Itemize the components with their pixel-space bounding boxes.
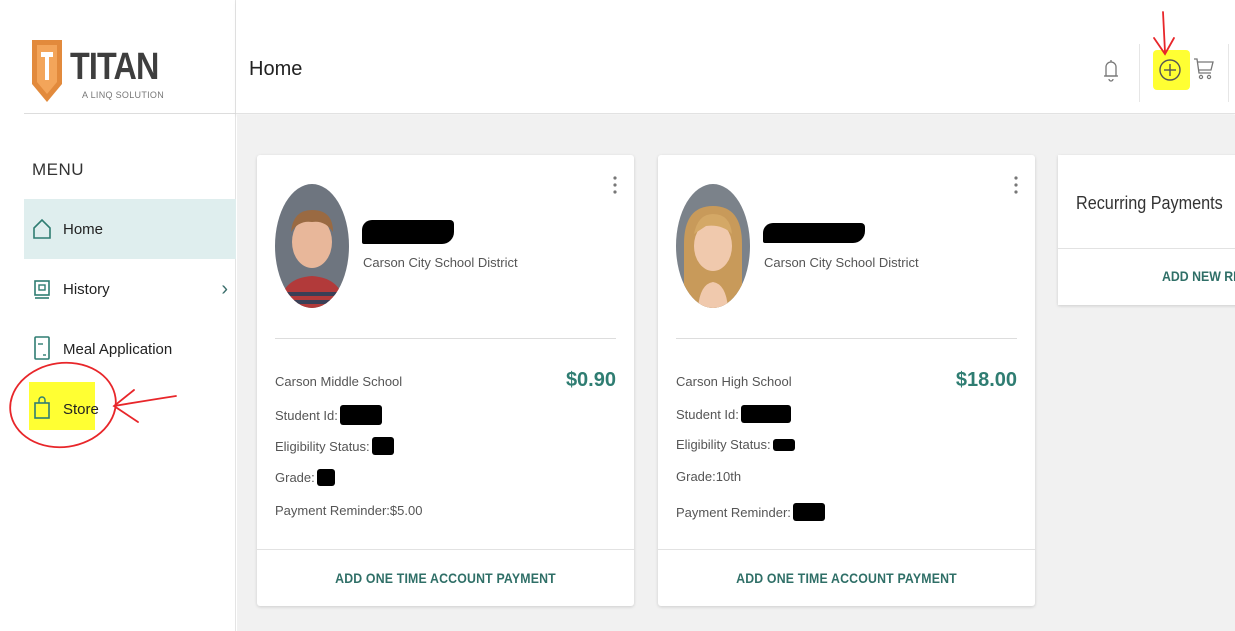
redacted-value: [740, 405, 791, 423]
history-icon: [34, 280, 50, 299]
sidebar-item-home[interactable]: Home: [24, 199, 236, 259]
titan-shield-icon: [32, 40, 62, 102]
student-photo: [275, 184, 349, 308]
menu-label: MENU: [32, 160, 85, 179]
payment-reminder-row: Payment Reminder: $5.00: [275, 503, 422, 518]
redacted-student-name: [763, 223, 865, 243]
redacted-value: [371, 437, 394, 455]
sidebar-item-label: Meal Application: [63, 340, 173, 358]
student-id-label: Student Id:: [275, 407, 338, 423]
bell-icon[interactable]: [1102, 56, 1120, 84]
redacted-value: [792, 503, 825, 521]
add-one-time-payment-button[interactable]: ADD ONE TIME ACCOUNT PAYMENT: [681, 549, 1013, 606]
card-divider: [1058, 248, 1235, 249]
page-title: Home: [249, 58, 303, 80]
eligibility-label: Eligibility Status:: [275, 438, 370, 454]
redacted-value: [316, 469, 335, 486]
student-id-row: Student Id:: [275, 405, 382, 425]
document-icon: [34, 336, 50, 360]
recurring-payments-title: Recurring Payments: [1076, 193, 1223, 213]
grade-label: Grade:: [676, 469, 716, 484]
brand-tagline: A LINQ SOLUTION: [82, 90, 165, 100]
redacted-value: [772, 438, 795, 451]
payment-reminder-label: Payment Reminder:: [275, 503, 390, 518]
school-district: Carson City School District: [363, 255, 518, 270]
redacted-student-name: [362, 220, 454, 244]
eligibility-label: Eligibility Status:: [676, 437, 771, 452]
sidebar-item-label: Store: [63, 400, 99, 418]
student-id-label: Student Id:: [676, 406, 739, 422]
grade-row: Grade: 10th: [676, 469, 741, 484]
sidebar: TITAN A LINQ SOLUTION MENU Home History …: [0, 0, 236, 631]
titan-logo[interactable]: TITAN A LINQ SOLUTION: [24, 14, 236, 114]
student-card: Carson City School District Carson High …: [658, 155, 1035, 606]
sidebar-item-history[interactable]: History ›: [24, 259, 236, 319]
payment-reminder-value: $5.00: [389, 503, 423, 518]
student-photo: [676, 184, 750, 308]
chevron-right-icon[interactable]: ›: [221, 278, 228, 301]
add-new-recurring-button[interactable]: ADD NEW REC: [1162, 268, 1235, 284]
plus-circle-icon[interactable]: [1158, 58, 1182, 82]
sidebar-item-meal-application[interactable]: Meal Application: [24, 319, 236, 379]
student-card: Carson City School District Carson Middl…: [257, 155, 634, 606]
shopping-bag-icon: [34, 396, 50, 419]
sidebar-item-store[interactable]: Store: [24, 379, 236, 439]
payment-reminder-label: Payment Reminder:: [676, 504, 791, 520]
recurring-payments-card: Recurring Payments ADD NEW REC: [1058, 155, 1235, 305]
more-options-icon[interactable]: [612, 175, 618, 195]
brand-name: TITAN: [70, 46, 159, 88]
account-balance: $0.90: [565, 369, 616, 391]
school-name: Carson Middle School: [275, 374, 403, 389]
grade-row: Grade:: [275, 469, 335, 486]
top-header: Home: [236, 0, 1235, 114]
grade-label: Grade:: [275, 470, 315, 485]
school-district: Carson City School District: [764, 255, 919, 270]
header-divider: [1228, 44, 1229, 102]
grade-value: 10th: [715, 469, 742, 484]
payment-reminder-row: Payment Reminder:: [676, 503, 825, 521]
redacted-value: [339, 405, 382, 425]
eligibility-row: Eligibility Status:: [676, 437, 795, 452]
card-divider: [275, 338, 616, 339]
student-id-row: Student Id:: [676, 405, 791, 423]
cart-icon[interactable]: [1193, 56, 1215, 82]
school-name: Carson High School: [676, 374, 792, 389]
home-icon: [33, 218, 51, 239]
header-divider: [1139, 44, 1140, 102]
sidebar-item-label: Home: [63, 220, 104, 238]
add-one-time-payment-button[interactable]: ADD ONE TIME ACCOUNT PAYMENT: [280, 549, 612, 606]
more-options-icon[interactable]: [1013, 175, 1019, 195]
card-divider: [676, 338, 1017, 339]
account-balance: $18.00: [955, 369, 1017, 391]
sidebar-item-label: History: [63, 280, 110, 298]
eligibility-row: Eligibility Status:: [275, 437, 394, 455]
